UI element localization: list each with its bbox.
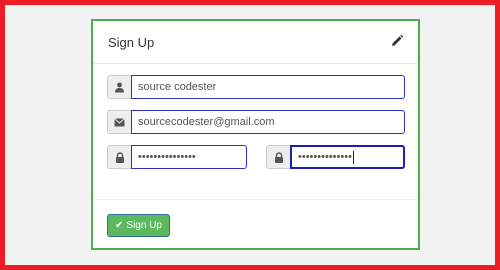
sign-up-label: Sign Up — [126, 220, 162, 231]
email-input[interactable]: sourcecodester@gmail.com — [131, 110, 405, 134]
lock-icon — [107, 145, 131, 169]
password-input[interactable]: ••••••••••••••• — [131, 145, 247, 169]
user-icon — [107, 75, 131, 99]
lock-icon — [266, 145, 290, 169]
username-value: source codester — [138, 81, 217, 93]
pencil-icon[interactable] — [390, 34, 404, 48]
username-input[interactable]: source codester — [131, 75, 405, 99]
password-value: ••••••••••••••• — [138, 151, 196, 163]
envelope-icon — [107, 110, 131, 134]
username-group: source codester — [107, 75, 405, 99]
confirm-password-group: •••••••••••••• — [266, 145, 405, 169]
signup-panel: Sign Up source codester sourcecodester@g… — [91, 19, 420, 250]
sign-up-button[interactable]: ✔ Sign Up — [107, 214, 170, 237]
confirm-password-input[interactable]: •••••••••••••• — [290, 145, 405, 169]
panel-title: Sign Up — [108, 35, 155, 50]
confirm-password-value: •••••••••••••• — [298, 151, 352, 163]
email-group: sourcecodester@gmail.com — [107, 110, 405, 134]
password-group: ••••••••••••••• — [107, 145, 247, 169]
page-frame: Sign Up source codester sourcecodester@g… — [0, 0, 500, 270]
panel-heading: Sign Up — [93, 21, 418, 64]
text-caret — [352, 150, 354, 164]
email-value: sourcecodester@gmail.com — [138, 116, 275, 128]
panel-footer: ✔ Sign Up — [93, 199, 418, 248]
check-icon: ✔ — [115, 220, 124, 231]
